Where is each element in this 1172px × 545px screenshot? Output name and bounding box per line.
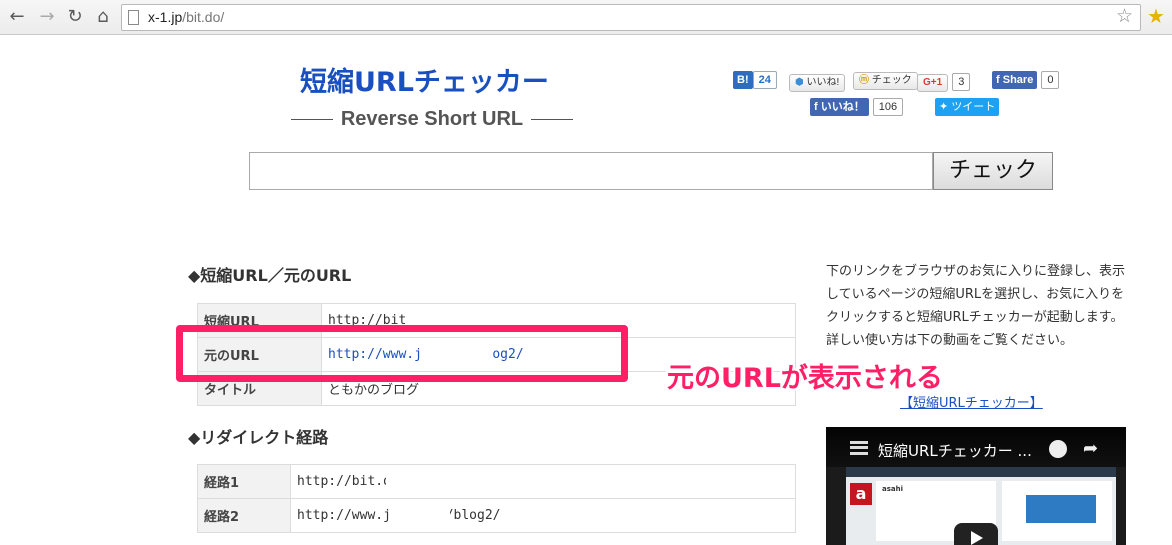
- url-text: x-1.jp/bit.do/: [148, 9, 225, 25]
- short-url-input[interactable]: [249, 152, 933, 190]
- playlist-icon[interactable]: [850, 441, 868, 455]
- facebook-icon: f: [814, 101, 818, 113]
- video-title[interactable]: 短縮URLチェッカー ...: [878, 440, 1032, 461]
- video-player[interactable]: a asahi 短縮URLチェッカー ... ➦: [826, 427, 1126, 545]
- table-row: 経路2 http://www.j ve.com/blog2/: [197, 498, 796, 533]
- mixi-check-button[interactable]: ⓜ チェック: [853, 71, 918, 90]
- row-key: 経路1: [197, 464, 291, 499]
- hatena-bookmark-button[interactable]: B! 24: [733, 71, 777, 89]
- redirect-step-value: http://bit.do/: [290, 464, 796, 499]
- extension-icon[interactable]: ★: [1147, 5, 1165, 27]
- site-subtitle: Reverse Short URL: [272, 108, 592, 131]
- table-row: 経路1 http://bit.do/: [197, 464, 796, 499]
- tweet-button[interactable]: ✦ ツイート: [935, 98, 1000, 116]
- facebook-like-button[interactable]: f いいね！ 106: [810, 98, 904, 116]
- bookmark-star-icon[interactable]: ☆: [1116, 5, 1133, 27]
- section-heading-url: ◆短縮URL／元のURL: [188, 266, 352, 285]
- bookmarklet-description: 下のリンクをブラウザのお気に入りに登録し、表示しているページの短縮URLを選択し…: [826, 264, 1126, 348]
- site-title[interactable]: 短縮URLチェッカー: [300, 60, 549, 99]
- annotation-caption: 元のURLが表示される: [667, 363, 943, 394]
- redaction: [386, 470, 438, 496]
- asahi-logo-icon: a: [850, 483, 872, 505]
- home-icon[interactable]: ⌂: [92, 6, 114, 28]
- page-icon: [128, 10, 139, 25]
- play-button[interactable]: [954, 523, 998, 545]
- facebook-share-button[interactable]: f Share 0: [992, 71, 1060, 89]
- google-plus-button[interactable]: G+1 3: [917, 73, 971, 92]
- facebook-icon: f: [996, 74, 1000, 86]
- share-icon[interactable]: ➦: [1083, 438, 1098, 459]
- watch-later-icon[interactable]: [1049, 440, 1067, 458]
- highlight-box: [176, 325, 628, 382]
- section-heading-redirect: ◆リダイレクト経路: [188, 428, 329, 447]
- browser-toolbar: ← → ↻ ⌂ x-1.jp/bit.do/ ☆ ★: [0, 0, 1172, 35]
- reload-icon[interactable]: ↻: [64, 6, 86, 28]
- redaction: [243, 6, 295, 29]
- check-button[interactable]: チェック: [933, 152, 1053, 190]
- back-icon[interactable]: ←: [6, 6, 28, 28]
- redirect-table: 経路1 http://bit.do/ 経路2 http://www.j ve.c…: [197, 464, 796, 533]
- forward-icon[interactable]: →: [36, 6, 58, 28]
- redirect-step-value: http://www.j ve.com/blog2/: [290, 498, 796, 533]
- row-key: 経路2: [197, 498, 291, 533]
- twitter-icon: ✦: [939, 101, 949, 113]
- iine-button[interactable]: ⬢ いいね!: [789, 73, 846, 92]
- redaction: [390, 504, 450, 530]
